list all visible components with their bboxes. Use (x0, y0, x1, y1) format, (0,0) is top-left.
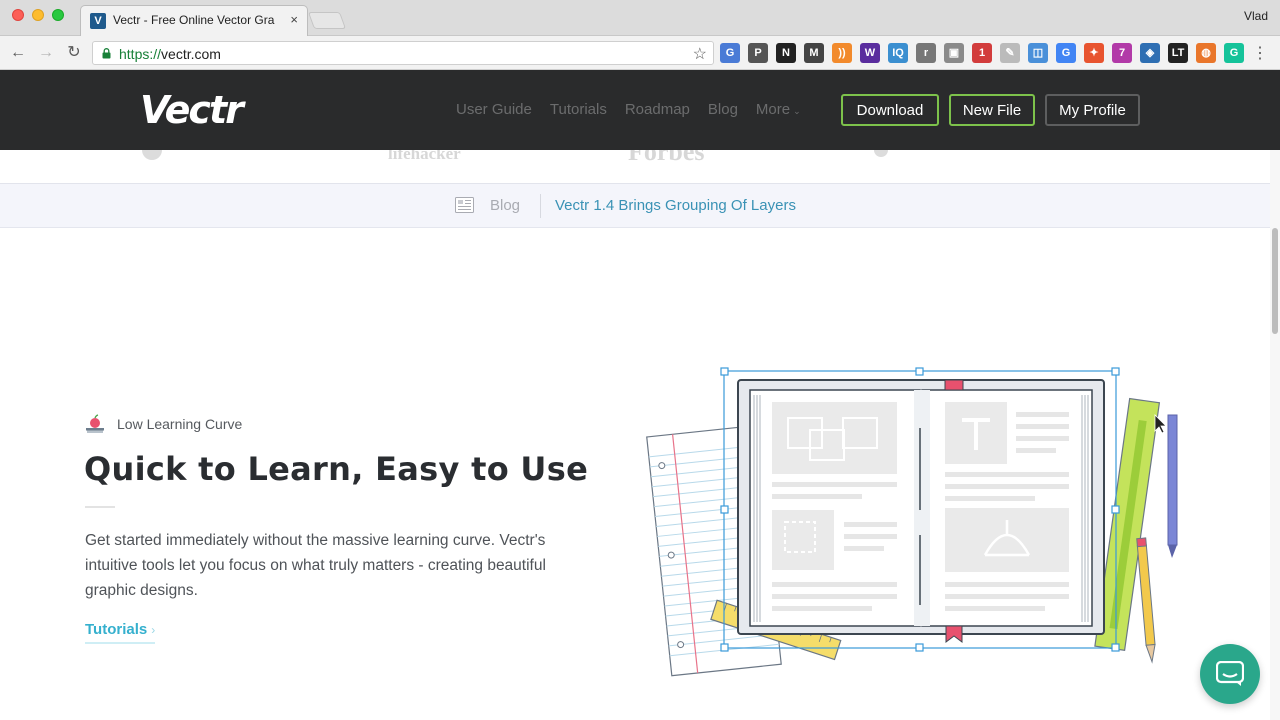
nav-tutorials[interactable]: Tutorials (550, 101, 607, 118)
blog-headline-link[interactable]: Vectr 1.4 Brings Grouping Of Layers (555, 197, 796, 214)
newspaper-icon (455, 197, 474, 213)
maximize-window-button[interactable] (52, 9, 64, 21)
blog-label[interactable]: Blog (490, 197, 520, 214)
extension-icon[interactable]: IQ (888, 43, 908, 63)
apple-on-books-icon (86, 414, 104, 433)
extension-icon[interactable]: G (720, 43, 740, 63)
new-tab-button[interactable] (307, 12, 347, 29)
reload-icon[interactable]: ↻ (64, 43, 84, 63)
extension-icons: G P N M)) W IQ r ▣ 1 ✎ ◫ G ✦ 7 ◈ LT ◍ G (720, 43, 1244, 63)
extension-icon[interactable]: 1 (972, 43, 992, 63)
extension-icon[interactable]: P (748, 43, 768, 63)
chat-button[interactable] (1200, 644, 1260, 704)
my-profile-button[interactable]: My Profile (1045, 94, 1140, 126)
extension-icon[interactable]: N (776, 43, 796, 63)
extension-icon[interactable]: )) (832, 43, 852, 63)
chevron-down-icon: ⌄ (793, 106, 801, 116)
extension-icon[interactable]: ✦ (1084, 43, 1104, 63)
chat-icon (1216, 661, 1244, 686)
nav-more[interactable]: More ⌄ (756, 101, 801, 118)
tab-title: Vectr - Free Online Vector Gra (113, 13, 275, 27)
blog-divider (540, 194, 541, 218)
title-underline (85, 506, 115, 508)
feature-description: Get started immediately without the mass… (85, 532, 546, 599)
extension-icon[interactable]: ▣ (944, 43, 964, 63)
press-logo-dot (874, 150, 888, 157)
extension-icon[interactable]: r (916, 43, 936, 63)
tutorials-link-label: Tutorials (85, 621, 148, 638)
site-header: Vectr User Guide Tutorials Roadmap Blog … (0, 70, 1280, 150)
bookmark-star-icon[interactable]: ☆ (693, 44, 707, 64)
press-logos-strip: lifehacker Forbes (0, 150, 1280, 184)
url-text: https://vectr.com (119, 46, 221, 62)
blog-announcement-bar: Blog Vectr 1.4 Brings Grouping Of Layers (0, 184, 1280, 228)
main-nav: User Guide Tutorials Roadmap Blog More ⌄ (456, 101, 801, 118)
close-window-button[interactable] (12, 9, 24, 21)
press-logo-forbes: Forbes (628, 150, 705, 166)
extension-icon[interactable]: ◈ (1140, 43, 1160, 63)
extension-icon[interactable]: 7 (1112, 43, 1132, 63)
browser-profile-name[interactable]: Vlad (1244, 9, 1268, 23)
press-logo-circle (142, 150, 162, 160)
browser-tab-active[interactable]: V Vectr - Free Online Vector Gra × (80, 5, 308, 36)
browser-toolbar: ← → ↻ https://vectr.com ☆ G P N M)) W IQ r ▣ 1 ✎ ◫… (0, 36, 1280, 70)
tab-close-icon[interactable]: × (290, 12, 298, 27)
nav-blog[interactable]: Blog (708, 101, 738, 118)
address-bar[interactable]: https://vectr.com ☆ (92, 41, 714, 65)
chevron-right-icon: › (151, 623, 156, 637)
press-logo-lifehacker: lifehacker (388, 150, 461, 163)
lock-icon (102, 48, 111, 59)
nav-roadmap[interactable]: Roadmap (625, 101, 690, 118)
extension-icon[interactable]: ◫ (1028, 43, 1048, 63)
vectr-logo[interactable]: Vectr (140, 88, 244, 132)
browser-menu-icon[interactable]: ⋮ (1252, 43, 1268, 63)
extension-icon[interactable]: ◍ (1196, 43, 1216, 63)
back-icon[interactable]: ← (8, 43, 28, 63)
download-button[interactable]: Download (841, 94, 939, 126)
page-scrollbar[interactable] (1270, 150, 1280, 720)
nav-more-label: More (755, 101, 791, 118)
extension-icon[interactable]: G (1056, 43, 1076, 63)
extension-icon[interactable]: ✎ (1000, 43, 1020, 63)
book-illustration (646, 367, 1178, 677)
browser-titlebar: V Vectr - Free Online Vector Gra × Vlad (0, 0, 1280, 36)
minimize-window-button[interactable] (32, 9, 44, 21)
forward-icon[interactable]: → (36, 43, 56, 63)
tutorials-link[interactable]: Tutorials › (85, 621, 156, 644)
extension-icon[interactable]: LT (1168, 43, 1188, 63)
feature-tag: Low Learning Curve (117, 416, 243, 432)
vectr-favicon-icon: V (90, 13, 106, 29)
extension-icon[interactable]: M (804, 43, 824, 63)
nav-user-guide[interactable]: User Guide (456, 101, 532, 118)
new-file-button[interactable]: New File (949, 94, 1035, 126)
scroll-thumb[interactable] (1272, 228, 1278, 334)
feature-title: Quick to Learn, Easy to Use (84, 450, 589, 488)
extension-icon[interactable]: G (1224, 43, 1244, 63)
extension-icon[interactable]: W (860, 43, 880, 63)
